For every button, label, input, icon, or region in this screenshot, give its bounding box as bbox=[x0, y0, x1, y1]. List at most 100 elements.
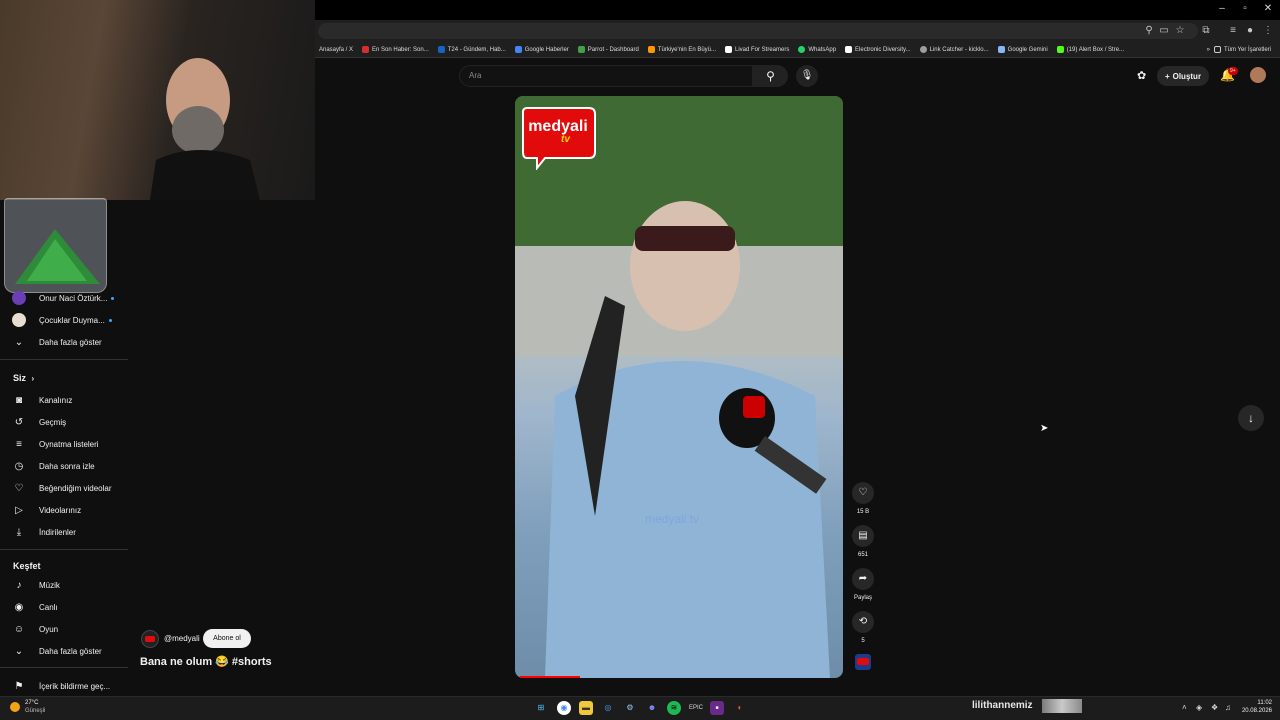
file-explorer-icon[interactable]: ▬ bbox=[579, 701, 593, 715]
chevron-more-icon[interactable]: » bbox=[1207, 47, 1210, 53]
you-heading[interactable]: Siz › bbox=[13, 373, 34, 383]
bookmark[interactable]: Google Haberler bbox=[514, 46, 569, 53]
sidebar-item-label: Oyun bbox=[39, 624, 59, 634]
sidebar-item-your-videos[interactable]: ▷ Videolarınız bbox=[0, 499, 128, 521]
logo-sub-text: tv bbox=[561, 134, 570, 145]
comment-count: 651 bbox=[857, 552, 868, 558]
zoom-icon[interactable]: ⚲ bbox=[1143, 25, 1155, 37]
account-avatar[interactable] bbox=[1250, 67, 1266, 83]
sidebar-item-playlists[interactable]: ≡ Oynatma listeleri bbox=[0, 433, 128, 455]
clock-time[interactable]: 11:02 bbox=[1240, 700, 1272, 706]
remix-button[interactable]: ⟲ bbox=[852, 611, 874, 633]
steam-icon[interactable]: ⚙ bbox=[623, 701, 637, 715]
bookmark-favicon-icon bbox=[437, 46, 445, 53]
show-more-explore[interactable]: ⌄ Daha fazla göster bbox=[0, 640, 128, 662]
sidebar-item-label: Geçmiş bbox=[39, 417, 67, 427]
sidebar-item-label: Müzik bbox=[39, 580, 60, 590]
epic-games-icon[interactable]: EPIC bbox=[689, 701, 703, 715]
sidebar-item-live[interactable]: ◉ Canlı bbox=[0, 596, 128, 618]
playlists-icon: ≡ bbox=[16, 438, 22, 450]
show-more-subs[interactable]: ⌄ Daha fazla göster bbox=[0, 331, 128, 353]
weather-temp[interactable]: 27°C bbox=[25, 700, 38, 706]
extensions-icon[interactable]: ⧉ bbox=[1200, 25, 1212, 37]
bookmark[interactable]: En Son Haber: Son... bbox=[362, 46, 429, 53]
discord-icon[interactable]: ☻ bbox=[645, 701, 659, 715]
shorts-video-player[interactable]: medyali tv bbox=[515, 96, 843, 678]
search-button[interactable]: ⚲ bbox=[753, 65, 788, 87]
extension-icon[interactable]: ✿ bbox=[1137, 69, 1146, 82]
sidebar-item-music[interactable]: ♪ Müzik bbox=[0, 574, 128, 596]
bookmark[interactable]: (19) Alert Box / Stre... bbox=[1056, 46, 1124, 53]
app-icon[interactable]: ■ bbox=[710, 701, 724, 715]
bookmark[interactable]: Electronic Diversity... bbox=[845, 46, 911, 53]
tray-app-icon[interactable]: ◈ bbox=[1196, 703, 1202, 712]
bookmark[interactable]: Parrot - Dashboard bbox=[577, 46, 639, 53]
bookmark[interactable]: Türkiye'nin En Büyü... bbox=[647, 46, 716, 53]
sidebar-item-watch-later[interactable]: ◷ Daha sonra izle bbox=[0, 455, 128, 477]
sound-thumbnail[interactable] bbox=[855, 654, 871, 670]
bookmark[interactable]: WhatsApp bbox=[798, 46, 836, 53]
bookmark-favicon-icon bbox=[919, 46, 927, 53]
bookmark[interactable]: Google Gemini bbox=[997, 46, 1048, 53]
menu-icon[interactable]: ⋮ bbox=[1262, 25, 1274, 37]
star-icon[interactable]: ☆ bbox=[1174, 25, 1186, 37]
sidebar-item-channel[interactable]: ◙ Kanalınız bbox=[0, 389, 128, 411]
sidebar-item-report[interactable]: ⚑ İçerik bildirme geç... bbox=[0, 675, 128, 697]
bookmark[interactable]: Link Catcher - kicklo... bbox=[919, 46, 989, 53]
sidebar-item-liked[interactable]: ♡ Beğendiğim videolar bbox=[0, 477, 128, 499]
bookmark[interactable]: Livad For Streamers bbox=[725, 46, 789, 53]
new-content-dot bbox=[111, 296, 115, 300]
next-video-button[interactable]: ↓ bbox=[1238, 405, 1264, 431]
video-progress-bar[interactable] bbox=[520, 676, 580, 678]
obs-icon[interactable]: ◐ bbox=[733, 701, 747, 715]
app-icon[interactable]: ◎ bbox=[601, 701, 615, 715]
sidebar-sub-item[interactable]: Çocuklar Duyma... bbox=[0, 309, 128, 331]
new-content-dot bbox=[108, 318, 112, 322]
channel-name[interactable]: @medyali bbox=[164, 634, 200, 643]
webcam-overlay bbox=[0, 0, 315, 200]
close-icon[interactable]: ✕ bbox=[1261, 3, 1275, 14]
profile-icon[interactable]: ● bbox=[1244, 25, 1256, 37]
share-label: Paylaş bbox=[853, 595, 872, 601]
stream-overlay-name: lilithannemiz bbox=[972, 700, 1033, 711]
sidebar-sub-item[interactable]: Onur Naci Öztürk... bbox=[0, 287, 128, 309]
sidebar-item-gaming[interactable]: ☺ Oyun bbox=[0, 618, 128, 640]
search-input[interactable]: Ara bbox=[459, 65, 753, 87]
spotify-icon[interactable]: ≋ bbox=[667, 701, 681, 715]
subscribe-button[interactable]: Abone ol bbox=[203, 629, 251, 648]
create-button[interactable]: + Oluştur bbox=[1157, 66, 1209, 86]
bookmark-favicon-icon bbox=[1056, 46, 1064, 53]
media-icon[interactable]: ≡ bbox=[1227, 25, 1239, 37]
channel-avatar[interactable] bbox=[141, 630, 159, 648]
bookmark[interactable]: T24 - Gündem, Hab... bbox=[437, 46, 506, 53]
minimize-icon[interactable]: – bbox=[1215, 3, 1229, 14]
sidebar-item-history[interactable]: ↺ Geçmiş bbox=[0, 411, 128, 433]
video-watermark: medyali tv bbox=[645, 512, 700, 526]
start-icon[interactable]: ⊞ bbox=[534, 701, 548, 715]
voice-search-button[interactable]: 🎙 bbox=[796, 65, 818, 87]
create-label: Oluştur bbox=[1172, 71, 1202, 81]
sidebar-item-label: Onur Naci Öztürk... bbox=[39, 293, 108, 303]
medyali-logo bbox=[522, 107, 596, 170]
cast-icon[interactable]: ▭ bbox=[1158, 25, 1170, 37]
comments-button[interactable]: ▤ bbox=[852, 525, 874, 547]
window-titlebar: – ▫ ✕ bbox=[315, 0, 1280, 20]
clock-date[interactable]: 20.08.2026 bbox=[1236, 708, 1272, 714]
streamer-figure bbox=[150, 58, 260, 200]
tray-chevron-up-icon[interactable]: ˄ bbox=[1182, 703, 1187, 712]
all-bookmarks[interactable]: Tüm Yer İşaretleri bbox=[1213, 46, 1271, 53]
tray-app-icon[interactable]: ❖ bbox=[1211, 703, 1218, 712]
comment-icon: ▤ bbox=[858, 530, 868, 541]
chrome-icon[interactable]: ◉ bbox=[557, 701, 571, 715]
sidebar-item-label: Beğendiğim videolar bbox=[39, 483, 112, 493]
address-bar[interactable] bbox=[318, 23, 1198, 39]
like-button[interactable]: ♡ bbox=[852, 482, 874, 504]
share-icon: ➦ bbox=[858, 573, 868, 584]
flag-icon: ⚑ bbox=[14, 680, 24, 692]
maximize-icon[interactable]: ▫ bbox=[1238, 3, 1252, 14]
volume-icon[interactable]: ♫ bbox=[1225, 703, 1231, 712]
bookmark[interactable]: Anasayfa / X bbox=[319, 47, 353, 53]
sidebar-item-downloads[interactable]: ⤓ İndirilenler bbox=[0, 521, 128, 543]
share-button[interactable]: ➦ bbox=[852, 568, 874, 590]
bookmark-favicon-icon bbox=[577, 46, 585, 53]
